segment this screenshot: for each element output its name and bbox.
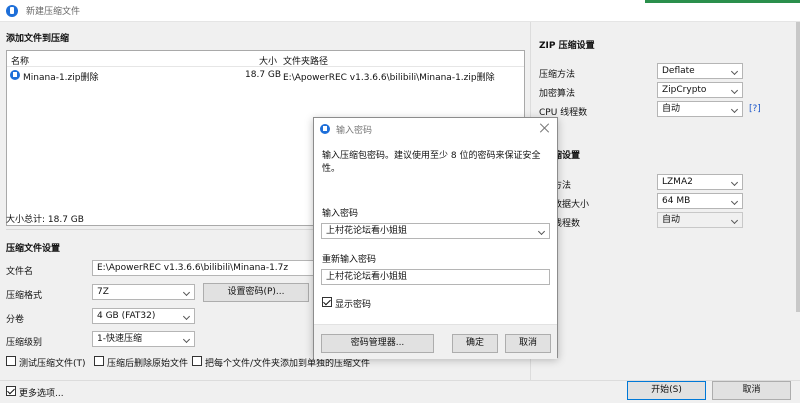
- total-size-text: 大小总计: 18.7 GB: [6, 215, 84, 225]
- cancel-button[interactable]: 取消: [712, 381, 791, 400]
- zip-cpu-value: 自动: [662, 104, 681, 114]
- 7z-block-label: 数据大小: [553, 200, 590, 210]
- 7z-method-value: LZMA2: [662, 177, 693, 187]
- file-list-header: 名称 大小 文件夹路径: [7, 51, 524, 67]
- zip-section-title: ZIP 压缩设置: [539, 41, 595, 51]
- chevron-down-icon: [730, 105, 739, 114]
- dialog-ok-button[interactable]: 确定: [452, 334, 498, 353]
- password-dialog: 输入密码 输入压缩包密码。建议使用至少 8 位的密码来保证安全性。 输入密码 上…: [313, 117, 558, 359]
- password-field[interactable]: 上村花论坛看小姐姐: [321, 223, 550, 239]
- dialog-hint-text: 输入压缩包密码。建议使用至少 8 位的密码来保证安全性。: [322, 151, 541, 174]
- zip-encrypt-select[interactable]: ZipCrypto: [657, 82, 743, 98]
- chevron-down-icon: [730, 216, 739, 225]
- chevron-down-icon: [182, 312, 191, 321]
- delete-after-checkbox[interactable]: [94, 356, 104, 366]
- 7z-cpu-select[interactable]: 自动: [657, 212, 743, 228]
- close-icon[interactable]: [539, 122, 551, 134]
- dialog-cancel-button[interactable]: 取消: [505, 334, 551, 353]
- files-section-title: 添加文件到压缩: [6, 34, 70, 44]
- file-row-size: 18.7 GB: [245, 70, 282, 80]
- show-password-checkbox[interactable]: [322, 297, 332, 307]
- format-select[interactable]: 7Z: [92, 284, 195, 300]
- zip-method-label: 压缩方法: [539, 70, 576, 80]
- password-manager-button[interactable]: 密码管理器...: [321, 334, 434, 353]
- zip-method-select[interactable]: Deflate: [657, 63, 743, 79]
- zip-encrypt-label: 加密算法: [539, 89, 576, 99]
- right-scrollbar[interactable]: [796, 22, 800, 312]
- chevron-down-icon: [730, 178, 739, 187]
- filename-label: 文件名: [6, 267, 34, 277]
- password-value: 上村花论坛看小姐姐: [326, 226, 408, 236]
- split-select-value: 4 GB (FAT32): [97, 311, 156, 321]
- split-select[interactable]: 4 GB (FAT32): [92, 308, 195, 324]
- reenter-password-label: 重新输入密码: [322, 255, 377, 265]
- column-header-path[interactable]: 文件夹路径: [283, 54, 328, 67]
- 7z-cpu-value: 自动: [662, 215, 681, 225]
- delete-after-label: 压缩后删除原始文件: [107, 359, 189, 369]
- zip-cpu-select[interactable]: 自动: [657, 101, 743, 117]
- format-select-value: 7Z: [97, 287, 109, 297]
- split-label: 分卷: [6, 315, 25, 325]
- filename-field[interactable]: E:\ApowerREC v1.3.6.6\bilibili\Minana-1.…: [92, 260, 317, 276]
- level-select[interactable]: 1-快速压缩: [92, 331, 195, 347]
- archive-section-title: 压缩文件设置: [6, 244, 61, 254]
- archive-file-icon: [10, 70, 20, 80]
- test-archive-checkbox[interactable]: [6, 356, 16, 366]
- file-row-name: Minana-1.zip删除: [23, 73, 99, 83]
- start-button[interactable]: 开始(S): [627, 381, 706, 400]
- right-pane: ZIP 压缩设置 压缩方法 Deflate 加密算法 ZipCrypto CPU…: [530, 22, 800, 380]
- chevron-down-icon: [182, 335, 191, 344]
- title-bar: 新建压缩文件: [0, 0, 800, 22]
- dialog-app-icon: [320, 124, 330, 134]
- 7z-method-select[interactable]: LZMA2: [657, 174, 743, 190]
- file-row[interactable]: Minana-1.zip删除 18.7 GB E:\ApowerREC v1.3…: [7, 68, 524, 83]
- password-label: 输入密码: [322, 209, 359, 219]
- 7z-block-value: 64 MB: [662, 196, 691, 206]
- chevron-down-icon: [730, 67, 739, 76]
- cpu-help-link[interactable]: [?]: [749, 104, 761, 114]
- 7z-block-select[interactable]: 64 MB: [657, 193, 743, 209]
- more-options-checkbox[interactable]: [6, 386, 16, 396]
- chevron-down-icon: [730, 197, 739, 206]
- level-select-value: 1-快速压缩: [97, 334, 142, 344]
- chevron-down-icon: [537, 227, 546, 236]
- chevron-down-icon: [730, 86, 739, 95]
- show-password-label: 显示密码: [335, 300, 372, 310]
- separate-archives-checkbox[interactable]: [192, 356, 202, 366]
- dialog-title: 输入密码: [336, 125, 373, 136]
- reenter-password-field[interactable]: 上村花论坛看小姐姐: [321, 269, 550, 285]
- dialog-footer: 密码管理器... 确定 取消: [314, 324, 557, 359]
- window-title: 新建压缩文件: [26, 7, 81, 17]
- bottom-bar: 更多选项... 开始(S) 取消: [0, 380, 800, 403]
- top-accent-bar: [645, 0, 800, 3]
- column-header-size[interactable]: 大小: [259, 54, 277, 67]
- zip-encrypt-value: ZipCrypto: [662, 85, 707, 95]
- chevron-down-icon: [182, 288, 191, 297]
- test-archive-label: 测试压缩文件(T): [19, 359, 86, 369]
- file-row-path: E:\ApowerREC v1.3.6.6\bilibili\Minana-1.…: [283, 73, 495, 83]
- dialog-title-bar: 输入密码: [314, 118, 557, 140]
- app-icon: [6, 4, 18, 17]
- set-password-button[interactable]: 设置密码(P)...: [203, 283, 309, 302]
- more-options-label: 更多选项...: [19, 389, 64, 399]
- format-label: 压缩格式: [6, 291, 43, 301]
- level-label: 压缩级别: [6, 338, 43, 348]
- zip-method-value: Deflate: [662, 66, 695, 76]
- column-header-name[interactable]: 名称: [11, 54, 29, 67]
